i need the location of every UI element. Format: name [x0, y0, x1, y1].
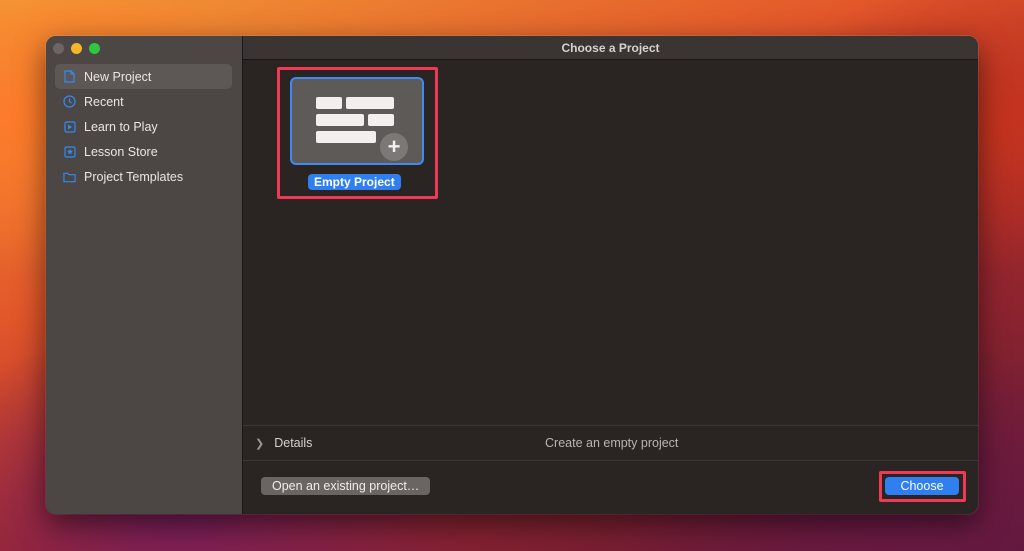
empty-project-icon[interactable]: + — [290, 77, 424, 165]
window-titlebar: Choose a Project — [243, 36, 978, 60]
folder-icon — [63, 170, 76, 183]
close-button[interactable] — [53, 43, 64, 54]
desktop-wallpaper: New Project Recent Learn to Play Lesson … — [0, 0, 1024, 551]
sidebar-list: New Project Recent Learn to Play Lesson … — [55, 64, 232, 189]
sidebar-item-label: Learn to Play — [84, 119, 158, 134]
layout-block — [316, 97, 342, 109]
plus-icon: + — [378, 131, 410, 163]
sidebar-item-label: Recent — [84, 94, 124, 109]
template-empty-project[interactable]: + Empty Project — [277, 67, 438, 199]
sidebar-item-label: Lesson Store — [84, 144, 158, 159]
book-icon — [63, 120, 76, 133]
clock-icon — [63, 95, 76, 108]
window-title: Choose a Project — [561, 40, 660, 55]
sidebar-item-learn-to-play[interactable]: Learn to Play — [55, 114, 232, 139]
template-label[interactable]: Empty Project — [308, 174, 401, 190]
sidebar-item-project-templates[interactable]: Project Templates — [55, 164, 232, 189]
layout-block — [316, 114, 364, 126]
document-icon — [63, 70, 76, 83]
sidebar-item-label: Project Templates — [84, 169, 184, 184]
window-controls — [53, 43, 100, 54]
layout-block — [368, 114, 394, 126]
template-grid: + Empty Project — [243, 60, 978, 424]
details-bar: ❯ Details Create an empty project — [243, 425, 978, 461]
open-existing-project-button[interactable]: Open an existing project… — [261, 477, 431, 495]
sidebar-item-recent[interactable]: Recent — [55, 89, 232, 114]
minimize-button[interactable] — [71, 43, 82, 54]
footer: Open an existing project… Choose — [243, 460, 978, 514]
sidebar-item-lesson-store[interactable]: Lesson Store — [55, 139, 232, 164]
chevron-right-icon[interactable]: ❯ — [255, 437, 264, 450]
choose-button[interactable]: Choose — [885, 477, 959, 495]
sidebar-item-label: New Project — [84, 69, 152, 84]
choose-project-window: New Project Recent Learn to Play Lesson … — [46, 36, 978, 514]
details-description: Create an empty project — [545, 436, 679, 450]
details-toggle[interactable]: Details — [274, 436, 312, 450]
zoom-button[interactable] — [89, 43, 100, 54]
star-icon — [63, 145, 76, 158]
sidebar-item-new-project[interactable]: New Project — [55, 64, 232, 89]
layout-block — [316, 131, 376, 143]
sidebar: New Project Recent Learn to Play Lesson … — [46, 36, 243, 514]
layout-block — [346, 97, 394, 109]
